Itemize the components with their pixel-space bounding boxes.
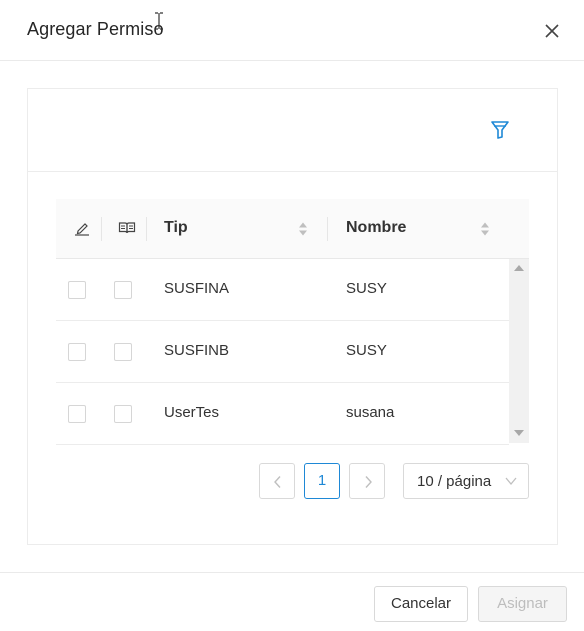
header-divider	[327, 217, 328, 241]
card-toolbar	[28, 89, 557, 172]
cell-tip: SUSFINA	[164, 280, 230, 297]
table-row: SUSFINA SUSY	[56, 259, 509, 321]
book-icon	[118, 222, 136, 234]
cell-nombre: SUSY	[346, 280, 387, 297]
cell-nombre: SUSY	[346, 342, 387, 359]
column-header-nombre[interactable]: Nombre	[346, 219, 406, 237]
cell-tip: UserTes	[164, 404, 220, 421]
header-divider	[146, 217, 147, 241]
scroll-up-arrow-icon[interactable]	[514, 265, 524, 271]
cancel-button[interactable]: Cancelar	[374, 586, 468, 622]
dialog-header: Agregar Permiso	[0, 0, 584, 61]
header-divider	[101, 217, 102, 241]
close-icon[interactable]	[541, 20, 563, 42]
table-row: UserTes susana	[56, 383, 509, 445]
scroll-down-arrow-icon[interactable]	[514, 430, 524, 436]
text-cursor-icon	[155, 12, 163, 30]
chevron-left-icon	[274, 476, 281, 488]
edit-checkbox[interactable]	[68, 281, 86, 299]
table-row: SUSFINB SUSY	[56, 321, 509, 383]
read-checkbox[interactable]	[114, 405, 132, 423]
edit-icon	[75, 223, 89, 236]
cell-tip: SUSFINB	[164, 342, 230, 359]
filter-icon[interactable]	[489, 119, 511, 141]
read-checkbox[interactable]	[114, 343, 132, 361]
page-size-value: 10 / página	[417, 473, 492, 490]
edit-checkbox[interactable]	[68, 405, 86, 423]
page-button-current[interactable]: 1	[304, 463, 340, 499]
chevron-right-icon	[365, 476, 372, 488]
read-checkbox[interactable]	[114, 281, 132, 299]
sort-icon[interactable]	[480, 221, 490, 237]
prev-page-button[interactable]	[259, 463, 295, 499]
column-header-tip[interactable]: Tip	[164, 219, 188, 237]
permissions-card: Tip Nombre SUSFINA SUSY SUSFINB SUSY Use…	[27, 88, 558, 545]
chevron-down-icon	[505, 477, 517, 486]
page-size-select[interactable]: 10 / página	[403, 463, 529, 499]
assign-button[interactable]: Asignar	[478, 586, 567, 622]
table-header: Tip Nombre	[56, 199, 529, 259]
sort-icon[interactable]	[298, 221, 308, 237]
table-scrollbar[interactable]	[509, 259, 529, 443]
edit-checkbox[interactable]	[68, 343, 86, 361]
dialog-title: Agregar Permiso	[27, 19, 164, 39]
cell-nombre: susana	[346, 404, 395, 421]
add-permission-dialog: Agregar Permiso Tip Nombre SUSFINA SUSY …	[0, 0, 584, 631]
dialog-footer: Cancelar Asignar	[0, 572, 584, 631]
next-page-button[interactable]	[349, 463, 385, 499]
